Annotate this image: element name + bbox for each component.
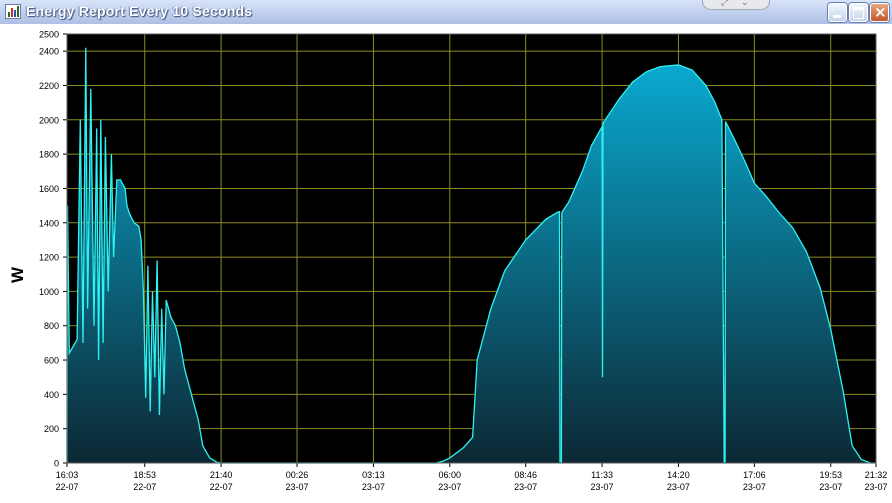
window-title: Energy Report Every 10 Seconds — [26, 3, 253, 19]
x-tick-date: 23-07 — [667, 482, 690, 492]
y-tick-label: 800 — [44, 321, 59, 331]
x-tick-time: 08:46 — [514, 470, 537, 480]
chevron-down-icon[interactable]: ⌄ — [741, 0, 749, 8]
chart-svg: 0 200 400 600 800 1000 1200 1400 1600 1800 2000 220… — [8, 30, 888, 493]
x-tick-date: 23-07 — [819, 482, 842, 492]
x-tick-time: 14:20 — [667, 470, 690, 480]
y-axis-label: W — [8, 266, 27, 283]
x-tick-date: 23-07 — [286, 482, 309, 492]
x-tick-date: 22-07 — [210, 482, 233, 492]
x-tick-time: 17:06 — [743, 470, 766, 480]
y-tick-label: 0 — [54, 459, 59, 469]
x-tick-time: 19:53 — [819, 470, 842, 480]
maximize-icon — [853, 7, 864, 19]
x-tick-time: 00:26 — [286, 470, 309, 480]
close-icon: × — [874, 3, 887, 21]
window-titlebar: Energy Report Every 10 Seconds ⤢ ⌄ × — [0, 0, 892, 25]
x-tick-date: 22-07 — [55, 482, 78, 492]
y-axis: 0 200 400 600 800 1000 1200 1400 1600 1800 2000 220… — [39, 30, 67, 469]
y-tick-label: 1800 — [39, 150, 59, 160]
y-tick-label: 1200 — [39, 253, 59, 263]
y-tick-label: 1600 — [39, 184, 59, 194]
y-tick-label: 2000 — [39, 115, 59, 125]
y-tick-label: 1000 — [39, 287, 59, 297]
close-button[interactable]: × — [870, 3, 889, 22]
x-tick-date: 23-07 — [743, 482, 766, 492]
minimize-button[interactable] — [828, 3, 847, 22]
energy-chart: 0 200 400 600 800 1000 1200 1400 1600 1800 2000 220… — [0, 24, 892, 503]
x-tick-date: 22-07 — [133, 482, 156, 492]
y-tick-label: 2200 — [39, 81, 59, 91]
x-tick-time: 21:32 — [865, 470, 888, 480]
y-tick-label: 200 — [44, 424, 59, 434]
x-tick-time: 16:03 — [56, 470, 79, 480]
minimize-icon — [833, 15, 841, 18]
x-tick-time: 18:53 — [133, 470, 156, 480]
y-tick-label: 1400 — [39, 218, 59, 228]
y-tick-label: 2500 — [39, 30, 59, 40]
x-tick-date: 23-07 — [591, 482, 614, 492]
bar-chart-icon — [5, 4, 21, 19]
x-tick-time: 03:13 — [362, 470, 385, 480]
resize-icon[interactable]: ⤢ — [721, 0, 728, 8]
x-tick-date: 23-07 — [514, 482, 537, 492]
y-tick-label: 400 — [44, 390, 59, 400]
maximize-button[interactable] — [849, 3, 868, 22]
x-tick-time: 11:33 — [591, 470, 613, 480]
y-tick-label: 2400 — [39, 47, 59, 57]
x-tick-date: 23-07 — [864, 482, 887, 492]
x-tick-date: 23-07 — [362, 482, 385, 492]
titlebar-extra-tab[interactable]: ⤢ ⌄ — [702, 0, 770, 10]
y-tick-label: 600 — [44, 356, 59, 366]
x-tick-time: 06:00 — [439, 470, 462, 480]
x-tick-date: 23-07 — [438, 482, 461, 492]
x-tick-time: 21:40 — [210, 470, 233, 480]
